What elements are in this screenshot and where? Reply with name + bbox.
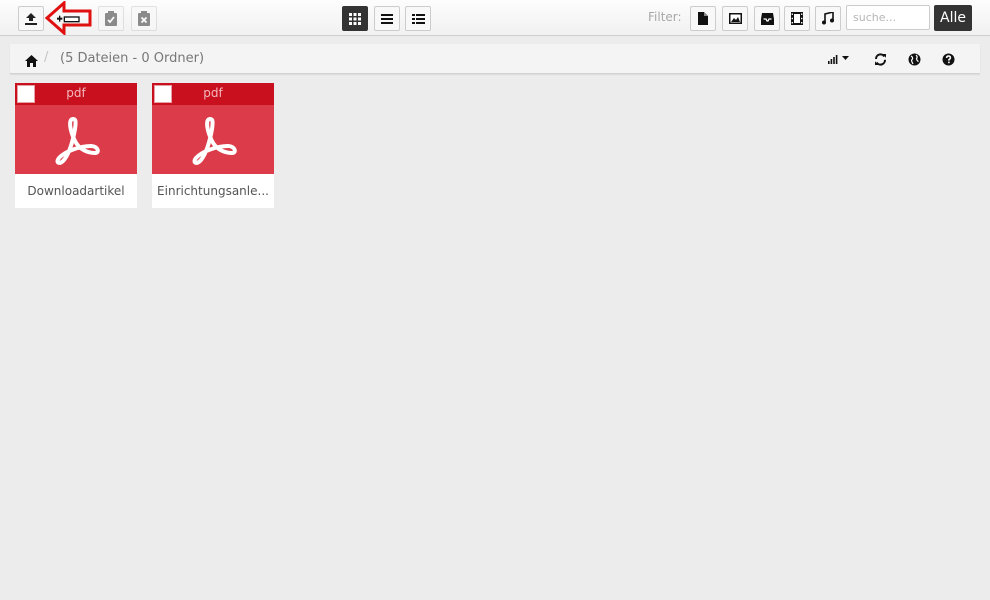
list-view-icon (381, 13, 393, 24)
file-thumbnail (15, 105, 137, 174)
file-icon (698, 12, 708, 25)
pdf-icon (55, 116, 100, 165)
filter-label: Filter: (648, 10, 682, 24)
breadcrumb-separator: / (44, 50, 49, 65)
clear-clipboard-icon (138, 10, 150, 26)
folder-summary: (5 Dateien - 0 Ordner) (60, 51, 205, 66)
columns-view-icon (411, 13, 425, 24)
pdf-icon (192, 116, 237, 165)
upload-button[interactable] (18, 6, 44, 31)
grid-view-button[interactable] (342, 6, 368, 31)
archive-icon (760, 12, 774, 25)
video-icon (791, 12, 803, 25)
paste-icon (105, 10, 117, 26)
list-view-button[interactable] (374, 6, 400, 31)
all-filter-button[interactable]: Alle (934, 5, 972, 31)
home-icon (25, 55, 38, 67)
music-icon (822, 12, 834, 25)
file-name: Einrichtungsanle... (157, 184, 269, 198)
filter-files-button[interactable] (690, 6, 716, 31)
refresh-icon (874, 52, 886, 66)
language-button[interactable] (905, 50, 923, 68)
grid-view-icon (349, 12, 361, 25)
breadcrumb: / (5 Dateien - 0 Ordner) (10, 44, 980, 74)
columns-view-button[interactable] (405, 6, 431, 31)
search-input[interactable] (846, 5, 930, 30)
language-icon (908, 53, 920, 65)
top-toolbar: Filter: Alle (0, 0, 990, 36)
sort-button[interactable] (825, 50, 853, 68)
filter-archives-button[interactable] (754, 6, 780, 31)
file-select-checkbox[interactable] (17, 85, 35, 103)
annotation-arrow (44, 1, 92, 35)
filter-music-button[interactable] (815, 6, 841, 31)
file-select-checkbox[interactable] (154, 85, 172, 103)
paste-button[interactable] (98, 6, 124, 31)
file-thumbnail (152, 105, 274, 174)
file-tile[interactable]: pdf Einrichtungsanle... (152, 83, 274, 208)
refresh-button[interactable] (871, 50, 889, 68)
help-icon (942, 53, 954, 65)
help-button[interactable] (939, 50, 957, 68)
upload-icon (25, 12, 37, 25)
filter-videos-button[interactable] (784, 6, 810, 31)
clear-clipboard-button[interactable] (131, 6, 157, 31)
image-icon (728, 13, 742, 24)
file-name: Downloadartikel (27, 184, 125, 198)
sort-icon (828, 55, 849, 64)
home-link[interactable] (25, 52, 38, 71)
filter-images-button[interactable] (722, 6, 748, 31)
file-tile[interactable]: pdf Downloadartikel (15, 83, 137, 208)
